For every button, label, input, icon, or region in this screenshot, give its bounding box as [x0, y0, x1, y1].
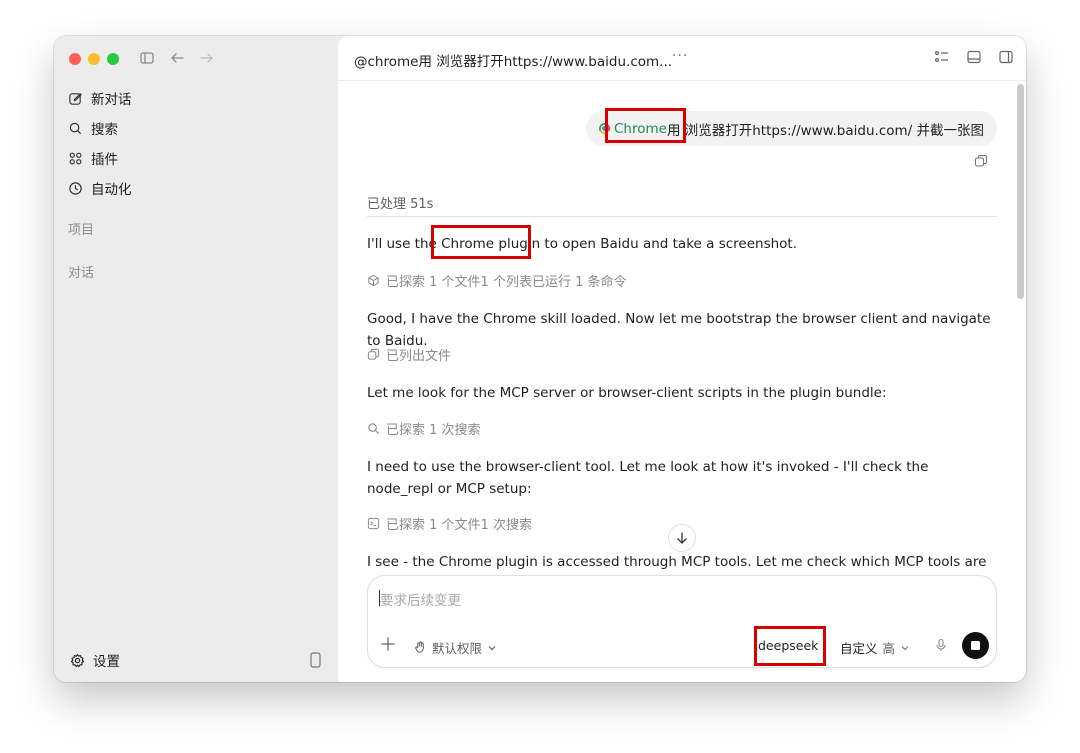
- assistant-message: I'll use the Chrome plugin to open Baidu…: [367, 233, 997, 255]
- conversation-title: @chrome用 浏览器打开https://www.baidu.com...: [354, 54, 673, 70]
- chevron-down-icon: [901, 645, 909, 650]
- window-controls: [69, 53, 119, 65]
- edit-icon: [69, 92, 82, 105]
- chevron-down-icon: [488, 645, 496, 650]
- activity-row[interactable]: 已列出文件: [367, 345, 451, 364]
- close-window-button[interactable]: [69, 53, 81, 65]
- sidebar-item-label: 自动化: [91, 182, 132, 198]
- chrome-mention-chip[interactable]: Chrome: [599, 121, 667, 137]
- stop-button[interactable]: [962, 632, 989, 659]
- scrollbar[interactable]: [1017, 84, 1024, 299]
- plus-icon[interactable]: [380, 636, 396, 652]
- titlebar-actions: [934, 49, 1014, 65]
- scroll-to-bottom-button[interactable]: [668, 524, 696, 552]
- activity-row[interactable]: 已探索 1 个文件1 个列表已运行 1 条命令: [367, 271, 626, 290]
- assistant-message: I need to use the browser-client tool. L…: [367, 459, 929, 497]
- plugins-icon: [69, 152, 82, 164]
- message-text: I'll use the: [367, 236, 442, 252]
- section-chats-heading: 对话: [68, 266, 95, 281]
- sidebar: 新对话 搜索 插件 自动化 项目 对话 设置: [54, 36, 338, 682]
- activity-text: 已探索 1 个文件1 个列表已运行 1 条命令: [386, 275, 627, 290]
- minimize-window-button[interactable]: [88, 53, 100, 65]
- back-arrow-icon[interactable]: [168, 49, 186, 67]
- more-options-button[interactable]: ···: [672, 48, 688, 64]
- gear-icon: [70, 653, 85, 667]
- assistant-message: Good, I have the Chrome skill loaded. No…: [367, 311, 991, 349]
- chrome-logo-icon: [599, 123, 610, 134]
- sidebar-toggle-icon[interactable]: [138, 49, 156, 67]
- sidebar-item-label: 插件: [91, 152, 118, 168]
- activity-row[interactable]: 已探索 1 个文件1 次搜索: [367, 514, 532, 533]
- side-panel-icon[interactable]: [998, 49, 1014, 65]
- list-icon[interactable]: [934, 49, 950, 65]
- effort-selector[interactable]: 自定义 高: [840, 638, 910, 657]
- app-window: 新对话 搜索 插件 自动化 项目 对话 设置 @chrome用 浏览器打开htt…: [54, 36, 1026, 682]
- message-text: to open Baidu and take a screenshot.: [540, 236, 798, 252]
- sidebar-item-new-chat[interactable]: 新对话: [68, 83, 132, 113]
- activity-text: 已探索 1 个文件1 次搜索: [386, 518, 532, 533]
- main-panel: @chrome用 浏览器打开https://www.baidu.com... ·…: [338, 36, 1026, 682]
- user-message-bubble: Chrome 用 浏览器打开https://www.baidu.com/ 并截一…: [586, 111, 997, 146]
- phone-icon[interactable]: [310, 652, 321, 668]
- settings-button[interactable]: 设置: [70, 650, 120, 670]
- sidebar-item-search[interactable]: 搜索: [68, 113, 132, 143]
- activity-row[interactable]: 已探索 1 次搜索: [367, 419, 481, 438]
- model-selector[interactable]: deepseek: [758, 638, 818, 653]
- effort-level: 高: [882, 641, 896, 656]
- chrome-mention-label: Chrome: [614, 120, 667, 137]
- copy-icon[interactable]: [974, 154, 988, 168]
- sidebar-item-automation[interactable]: 自动化: [68, 173, 132, 203]
- activity-text: 已探索 1 次搜索: [386, 423, 481, 438]
- hand-icon: [415, 641, 424, 653]
- forward-arrow-icon[interactable]: [198, 49, 216, 67]
- titlebar: @chrome用 浏览器打开https://www.baidu.com... ·…: [338, 36, 1026, 81]
- processed-duration[interactable]: 已处理 51s: [367, 193, 433, 212]
- sidebar-item-label: 搜索: [91, 122, 118, 138]
- divider: [367, 216, 997, 217]
- microphone-icon[interactable]: [934, 638, 948, 652]
- assistant-message: I see - the Chrome plugin is accessed th…: [367, 554, 987, 570]
- arrow-down-icon: [677, 532, 687, 544]
- permission-selector[interactable]: 默认权限: [414, 638, 497, 657]
- sidebar-nav: 新对话 搜索 插件 自动化: [68, 83, 132, 203]
- section-projects-heading: 项目: [68, 223, 95, 238]
- activity-text: 已列出文件: [386, 349, 452, 364]
- search-icon: [69, 122, 82, 134]
- sidebar-item-plugins[interactable]: 插件: [68, 143, 132, 173]
- chrome-plugin-highlight: Chrome plugin: [441, 236, 541, 252]
- maximize-window-button[interactable]: [107, 53, 119, 65]
- effort-label: 自定义: [840, 641, 878, 656]
- clock-icon: [69, 181, 82, 195]
- permission-label: 默认权限: [432, 641, 483, 656]
- copy-icon: [367, 348, 380, 360]
- sidebar-item-label: 新对话: [91, 92, 132, 108]
- assistant-message: Let me look for the MCP server or browse…: [367, 385, 887, 401]
- composer: 要求后续变更 默认权限 deepseek 自定义 高: [367, 575, 997, 668]
- stop-icon: [971, 641, 980, 650]
- user-message-text: 用 浏览器打开https://www.baidu.com/ 并截一张图: [666, 122, 984, 139]
- cube-icon: [368, 274, 379, 287]
- terminal-icon: [367, 517, 380, 530]
- composer-input[interactable]: 要求后续变更: [380, 589, 461, 609]
- settings-label: 设置: [93, 654, 120, 670]
- search-icon: [368, 423, 380, 435]
- terminal-panel-icon[interactable]: [966, 49, 982, 65]
